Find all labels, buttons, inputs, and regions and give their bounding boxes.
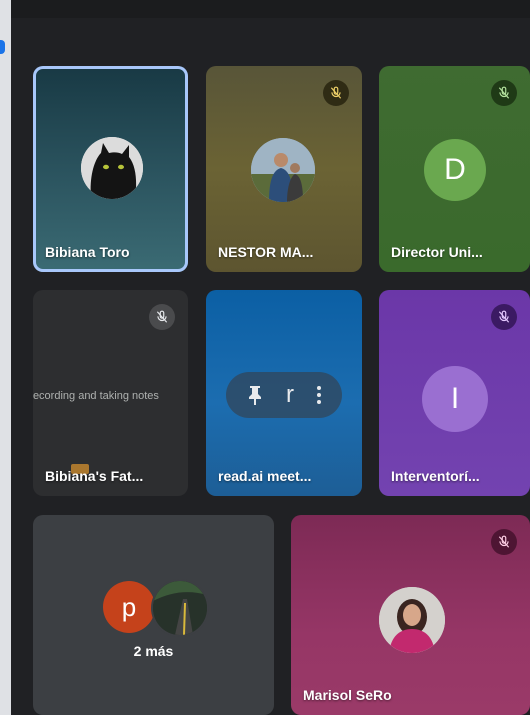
tile-hover-controls: r xyxy=(226,372,342,418)
participant-tile-director[interactable]: D Director Uni... xyxy=(379,66,530,272)
avatar-initial: p xyxy=(103,581,155,633)
participant-name: read.ai meet... xyxy=(218,468,312,484)
participant-name: Bibiana Toro xyxy=(45,244,130,260)
mic-off-icon xyxy=(491,80,517,106)
cat-avatar-image xyxy=(81,137,143,199)
participant-tile-interventoria[interactable]: I Interventorí... xyxy=(379,290,530,496)
participant-name: Interventorí... xyxy=(391,468,480,484)
overflow-count-label: 2 más xyxy=(133,643,174,659)
overflow-participants-tile[interactable]: p 2 más xyxy=(33,515,274,715)
participant-tile-nestor[interactable]: NESTOR MA... xyxy=(206,66,362,272)
recording-caption: Recording and taking notes xyxy=(33,390,159,402)
side-strip-accent xyxy=(0,40,5,54)
avatar xyxy=(153,581,207,635)
avatar-initial: I xyxy=(422,366,488,432)
participant-tile-bibiana-toro[interactable]: Bibiana Toro xyxy=(33,66,188,272)
more-options-icon[interactable] xyxy=(316,386,321,404)
browser-side-strip xyxy=(0,0,11,715)
participant-name: Marisol SeRo xyxy=(303,687,392,703)
avatar xyxy=(251,138,315,202)
avatar xyxy=(379,587,445,653)
mic-off-icon xyxy=(323,80,349,106)
participant-tile-bibianas-fat[interactable]: Recording and taking notes Bibiana's Fat… xyxy=(33,290,188,496)
top-bar xyxy=(11,0,530,18)
pin-icon[interactable] xyxy=(247,385,263,405)
participant-name: Director Uni... xyxy=(391,244,483,260)
participant-tile-marisol[interactable]: Marisol SeRo xyxy=(291,515,530,715)
road-photo xyxy=(153,581,207,635)
person-photo xyxy=(379,587,445,653)
mic-off-icon xyxy=(491,304,517,330)
mic-off-icon xyxy=(491,529,517,555)
participant-name: NESTOR MA... xyxy=(218,244,314,260)
avatar-initial: D xyxy=(424,139,486,201)
person-photo xyxy=(251,138,315,202)
participant-tile-read-ai[interactable]: r read.ai meet... xyxy=(206,290,362,496)
control-letter: r xyxy=(285,381,294,408)
participant-name: Bibiana's Fat... xyxy=(45,468,144,484)
avatar xyxy=(81,137,143,199)
mic-off-icon xyxy=(149,304,175,330)
